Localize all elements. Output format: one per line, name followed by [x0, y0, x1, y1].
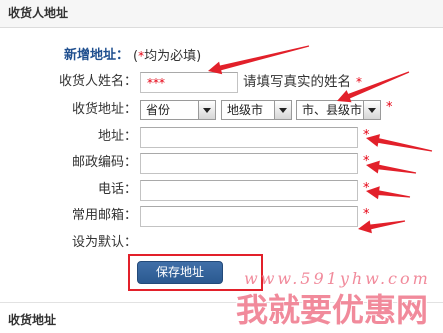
email-input[interactable] [140, 206, 358, 227]
receiver-name-label: 收货人姓名： [58, 74, 137, 89]
required-star: * [356, 75, 362, 89]
default-label: 设为默认： [71, 235, 137, 250]
city-select[interactable]: 地级市 [221, 100, 292, 120]
new-address-heading: 新增地址： [64, 48, 130, 63]
section-header: 收货人地址 [0, 0, 443, 28]
postcode-label: 邮政编码： [71, 155, 137, 170]
required-star: * [363, 207, 370, 222]
county-select[interactable]: 市、县级市 [296, 100, 381, 120]
province-select[interactable]: 省份 [140, 100, 216, 120]
section-title: 收货人地址 [8, 6, 69, 20]
province-select-value: 省份 [146, 103, 171, 117]
annotation-arrow [208, 45, 310, 75]
annotation-arrow [366, 160, 417, 174]
address-label: 地址： [97, 129, 137, 144]
watermark-logo-text: 我就要优惠网 [236, 291, 429, 329]
receiver-name-hint: 请填写真实的姓名 * [243, 74, 362, 90]
annotation-arrow [366, 134, 433, 152]
triangle-down-icon [203, 108, 211, 113]
province-dropdown-button[interactable] [198, 101, 215, 119]
save-address-button[interactable]: 保存地址 [137, 261, 223, 284]
county-select-value: 市、县级市 [302, 103, 363, 117]
required-star: * [363, 128, 370, 143]
city-dropdown-button[interactable] [274, 101, 291, 119]
receiver-name-input[interactable] [140, 72, 238, 93]
city-select-value: 地级市 [227, 103, 264, 117]
region-label: 收货地址： [71, 102, 137, 117]
watermark-url: www.591yhw.com [244, 269, 431, 288]
phone-input[interactable] [140, 180, 358, 201]
receiver-name-hint-text: 请填写真实的姓名 [243, 74, 351, 90]
postcode-input[interactable] [140, 153, 358, 174]
triangle-down-icon [368, 108, 376, 113]
annotation-arrow [358, 220, 406, 234]
annotation-arrow [366, 186, 411, 200]
county-dropdown-button[interactable] [363, 101, 380, 119]
address-list-title: 收货地址 [8, 313, 57, 327]
required-star: * [363, 154, 370, 169]
required-star: * [386, 100, 393, 115]
triangle-down-icon [279, 108, 287, 113]
email-label: 常用邮箱： [71, 208, 137, 223]
required-note: (*均为必填) [133, 48, 201, 65]
required-star: * [363, 181, 370, 196]
phone-label: 电话： [97, 182, 137, 197]
address-input[interactable] [140, 127, 358, 148]
required-note-text: 均为必填) [144, 49, 202, 64]
